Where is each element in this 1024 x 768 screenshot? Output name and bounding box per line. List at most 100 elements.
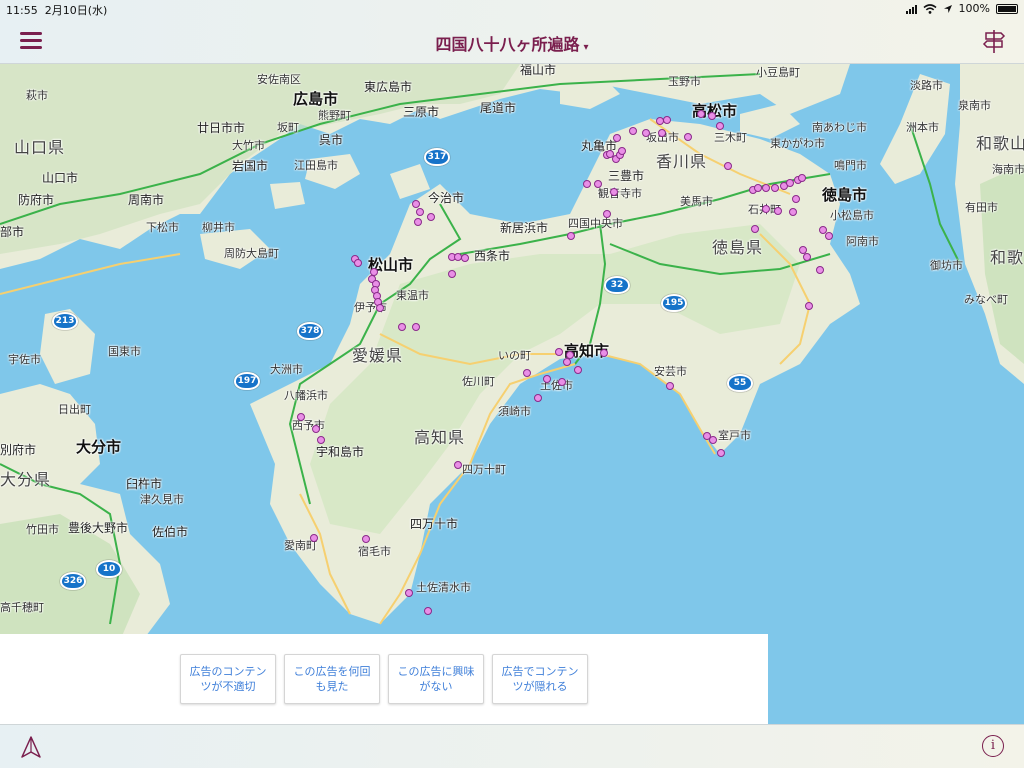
route-shield: 378 (297, 322, 323, 340)
temple-pin[interactable] (771, 184, 779, 192)
location-services-icon (943, 4, 952, 13)
temple-pin[interactable] (461, 254, 469, 262)
route-button[interactable] (982, 28, 1006, 54)
map-label: 岩国市 (232, 159, 269, 173)
route-shield: 326 (60, 572, 86, 590)
temple-pin[interactable] (412, 323, 420, 331)
temple-pin[interactable] (642, 129, 650, 137)
temple-pin[interactable] (708, 112, 716, 120)
temple-pin[interactable] (317, 436, 325, 444)
route-shield: 195 (661, 294, 687, 312)
temple-pin[interactable] (816, 266, 824, 274)
map-label: 大分市 (76, 438, 122, 456)
route-shield: 317 (424, 148, 450, 166)
temple-pin[interactable] (566, 351, 574, 359)
temple-pin[interactable] (709, 436, 717, 444)
route-shield: 197 (234, 372, 260, 390)
temple-pin[interactable] (666, 382, 674, 390)
temple-pin[interactable] (610, 188, 618, 196)
temple-pin[interactable] (789, 208, 797, 216)
temple-pin[interactable] (805, 302, 813, 310)
temple-pin[interactable] (376, 304, 384, 312)
map-label: 大分県 (0, 470, 52, 489)
map-label: 小豆島町 (756, 66, 800, 79)
temple-pin[interactable] (600, 349, 608, 357)
temple-pin[interactable] (716, 122, 724, 130)
temple-pin[interactable] (297, 413, 305, 421)
locate-me-button[interactable] (20, 735, 42, 759)
map-label: 西予市 (292, 419, 325, 432)
map-label: 四万十町 (462, 463, 506, 476)
temple-pin[interactable] (454, 461, 462, 469)
temple-pin[interactable] (574, 366, 582, 374)
temple-pin[interactable] (684, 133, 692, 141)
temple-pin[interactable] (312, 425, 320, 433)
temple-pin[interactable] (717, 449, 725, 457)
temple-pin[interactable] (416, 208, 424, 216)
map-label: 三原市 (403, 105, 440, 119)
map-label: 徳島市 (822, 186, 868, 204)
info-button[interactable]: i (982, 735, 1004, 757)
map-label: 高千穂町 (0, 601, 44, 614)
ad-feedback-covers-content-button[interactable]: 広告でコンテンツが隠れる (492, 654, 588, 704)
route-selector-title[interactable]: 四国八十八ヶ所遍路 ▾ (0, 31, 1024, 55)
temple-pin[interactable] (414, 218, 422, 226)
temple-pin[interactable] (543, 375, 551, 383)
navigation-bar: 四国八十八ヶ所遍路 ▾ (0, 18, 1024, 64)
map-label: 小松島市 (830, 209, 874, 222)
temple-pin[interactable] (563, 358, 571, 366)
bottom-toolbar: i (0, 724, 1024, 768)
temple-pin[interactable] (555, 348, 563, 356)
temple-pin[interactable] (448, 270, 456, 278)
ad-feedback-not-interested-button[interactable]: この広告に興味がない (388, 654, 484, 704)
map-label: 淡路市 (910, 79, 943, 92)
ad-feedback-seen-too-often-button[interactable]: この広告を何回も見た (284, 654, 380, 704)
temple-pin[interactable] (594, 180, 602, 188)
temple-pin[interactable] (567, 232, 575, 240)
temple-pin[interactable] (792, 195, 800, 203)
temple-pin[interactable] (523, 369, 531, 377)
temple-pin[interactable] (398, 323, 406, 331)
temple-pin[interactable] (603, 210, 611, 218)
temple-pin[interactable] (825, 232, 833, 240)
map-label: 観音寺市 (598, 187, 642, 200)
temple-pin[interactable] (534, 394, 542, 402)
temple-pin[interactable] (798, 174, 806, 182)
map-label: 部市 (0, 225, 25, 239)
map-label: 豊後大野市 (68, 521, 129, 535)
map-label: 別府市 (0, 443, 37, 457)
temple-pin[interactable] (697, 110, 705, 118)
temple-pin[interactable] (427, 213, 435, 221)
temple-pin[interactable] (412, 200, 420, 208)
map-view[interactable]: 萩市 安佐南区 広島市 東広島市 福山市 尾道市 三原市 熊野町 坂町 廿日市市… (0, 64, 1024, 724)
map-label: 海南市 (992, 163, 1024, 176)
temple-pin[interactable] (310, 534, 318, 542)
temple-pin[interactable] (424, 607, 432, 615)
wifi-icon (923, 3, 937, 14)
temple-pin[interactable] (786, 179, 794, 187)
temple-pin[interactable] (754, 184, 762, 192)
ad-feedback-inappropriate-button[interactable]: 広告のコンテンツが不適切 (180, 654, 276, 704)
temple-pin[interactable] (618, 147, 626, 155)
map-label: 洲本市 (906, 121, 939, 134)
map-label: 三豊市 (608, 169, 645, 183)
temple-pin[interactable] (362, 535, 370, 543)
temple-pin[interactable] (405, 589, 413, 597)
temple-pin[interactable] (583, 180, 591, 188)
temple-pin[interactable] (803, 253, 811, 261)
temple-pin[interactable] (663, 116, 671, 124)
map-label: 西条市 (474, 249, 511, 263)
temple-pin[interactable] (774, 207, 782, 215)
map-label: 室戸市 (718, 429, 751, 442)
land-island-4 (390, 164, 430, 199)
temple-pin[interactable] (613, 134, 621, 142)
temple-pin[interactable] (724, 162, 732, 170)
temple-pin[interactable] (354, 259, 362, 267)
map-label: 四万十市 (410, 517, 459, 531)
temple-pin[interactable] (751, 225, 759, 233)
temple-pin[interactable] (658, 129, 666, 137)
temple-pin[interactable] (629, 127, 637, 135)
temple-pin[interactable] (762, 205, 770, 213)
temple-pin[interactable] (558, 378, 566, 386)
temple-pin[interactable] (762, 184, 770, 192)
